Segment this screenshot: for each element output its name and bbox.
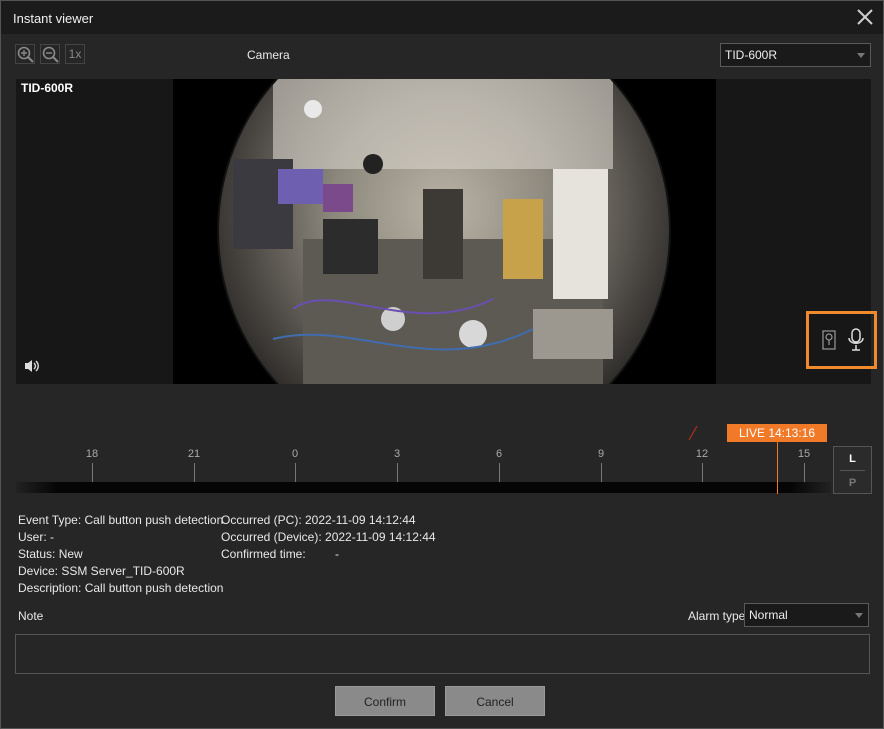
camera-select-value: TID-600R xyxy=(725,48,778,62)
camera-select[interactable]: TID-600R xyxy=(720,43,871,67)
timeline-tick xyxy=(194,463,195,482)
timeline-tick-label: 21 xyxy=(187,448,201,460)
note-label: Note xyxy=(18,609,44,623)
alarm-type-value: Normal xyxy=(749,608,788,622)
confirmed-time-value: - xyxy=(335,547,339,561)
reset-zoom-button[interactable]: 1x xyxy=(65,44,85,64)
cursor-marker-icon xyxy=(688,425,698,441)
window-title: Instant viewer xyxy=(13,11,94,26)
call-button-icon[interactable] xyxy=(822,330,836,350)
mode-playback-button[interactable]: P xyxy=(834,477,871,489)
cancel-button[interactable]: Cancel xyxy=(445,686,545,716)
timeline-tick xyxy=(702,463,703,482)
note-input[interactable] xyxy=(15,634,870,674)
timeline-tick-label: 15 xyxy=(797,448,811,460)
timeline-tick xyxy=(397,463,398,482)
timeline-tick-label: 3 xyxy=(393,448,401,460)
event-status: Status: New xyxy=(18,547,83,561)
alarm-type-select[interactable]: Normal xyxy=(744,603,869,627)
chevron-down-icon xyxy=(855,613,863,618)
video-area[interactable]: TID-600R xyxy=(16,79,871,384)
event-times: Occurred (PC): 2022-11-09 14:12:44 Occur… xyxy=(221,512,436,563)
mode-divider xyxy=(840,470,865,471)
camera-label: Camera xyxy=(247,48,290,62)
confirm-button[interactable]: Confirm xyxy=(335,686,435,716)
instant-viewer-window: Instant viewer 1x Camera TID-600R TID-60… xyxy=(0,0,884,729)
live-time-badge[interactable]: LIVE 14:13:16 xyxy=(727,424,827,442)
timeline-tick xyxy=(295,463,296,482)
timeline-tick-label: 0 xyxy=(291,448,299,460)
event-description: Description: Call button push detection xyxy=(18,581,224,595)
microphone-icon[interactable] xyxy=(847,328,865,352)
confirmed-time-label: Confirmed time: xyxy=(221,547,306,561)
fisheye-image xyxy=(217,79,671,384)
timeline-tick-label: 9 xyxy=(597,448,605,460)
timeline[interactable]: 18 21 0 3 6 9 12 15 xyxy=(16,421,831,495)
event-details: Event Type: Call button push detection U… xyxy=(18,512,223,597)
timeline-bar[interactable] xyxy=(16,482,831,493)
timeline-tick xyxy=(601,463,602,482)
zoom-in-icon[interactable] xyxy=(15,44,35,64)
mode-live-button[interactable]: L xyxy=(834,453,871,465)
timeline-tick xyxy=(499,463,500,482)
timeline-tick-label: 12 xyxy=(695,448,709,460)
camera-name-overlay: TID-600R xyxy=(21,81,74,95)
overlay-controls-highlight xyxy=(806,311,877,369)
playback-mode-toggle[interactable]: L P xyxy=(833,446,872,494)
live-position-line xyxy=(777,442,778,494)
title-bar: Instant viewer xyxy=(1,1,883,34)
event-type: Event Type: Call button push detection xyxy=(18,513,224,527)
occurred-device: Occurred (Device): 2022-11-09 14:12:44 xyxy=(221,530,436,544)
event-device: Device: SSM Server_TID-600R xyxy=(18,564,185,578)
alarm-type-label: Alarm type xyxy=(688,609,746,623)
occurred-pc: Occurred (PC): 2022-11-09 14:12:44 xyxy=(221,513,416,527)
timeline-tick-label: 18 xyxy=(85,448,99,460)
event-user: User: - xyxy=(18,530,54,544)
confirmed-time: Confirmed time: - xyxy=(221,546,436,563)
close-icon[interactable] xyxy=(855,7,875,27)
chevron-down-icon xyxy=(857,53,865,58)
timeline-tick xyxy=(804,463,805,482)
zoom-out-icon[interactable] xyxy=(40,44,60,64)
timeline-tick xyxy=(92,463,93,482)
speaker-icon[interactable] xyxy=(24,359,40,373)
timeline-tick-label: 6 xyxy=(495,448,503,460)
camera-video[interactable] xyxy=(173,79,716,384)
